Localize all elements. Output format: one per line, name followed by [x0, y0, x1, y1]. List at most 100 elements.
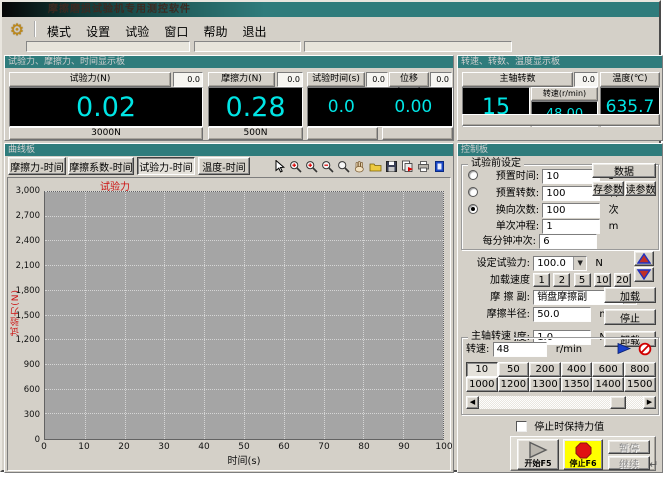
- speed-preset-1500[interactable]: 1500: [624, 377, 656, 392]
- preset-revs-radio[interactable]: [468, 187, 478, 197]
- speed-preset-1350[interactable]: 1350: [561, 377, 593, 392]
- test-time-range-bar: [307, 127, 378, 140]
- speed-preset-1000[interactable]: 1000: [466, 377, 498, 392]
- reversals-radio[interactable]: [468, 204, 478, 214]
- hold-force-checkbox[interactable]: [516, 421, 527, 432]
- grid-line-vertical: [443, 192, 444, 439]
- speed-preset-1300[interactable]: 1300: [529, 377, 561, 392]
- speed-scrollbar[interactable]: ◀ ▶: [466, 396, 656, 409]
- grid-line-horizontal: [45, 413, 443, 414]
- hold-force-row: 停止时保持力值: [516, 420, 604, 435]
- spindle-groupbox: 主轴转速 转速: 48 r/min 10 50 200 400 600 800 …: [461, 337, 659, 415]
- strokes-per-min-label: 每分钟冲次:: [468, 234, 536, 249]
- strokes-per-min-field[interactable]: 6: [539, 234, 597, 249]
- control-panel: 控制板 试验前设定 预置时间: 10 s 预置转数: 100 转 换向次数: 1…: [457, 143, 663, 473]
- force-stop-button[interactable]: 停止: [604, 309, 656, 325]
- force-down-button[interactable]: [634, 267, 654, 282]
- reversals-label: 换向次数:: [483, 203, 539, 218]
- zoom-in-icon[interactable]: [304, 159, 319, 174]
- test-force-label: 试验力(N): [9, 72, 171, 87]
- tab-test-force-time[interactable]: 试验力-时间: [137, 157, 195, 175]
- read-params-button[interactable]: 读参数: [625, 181, 656, 196]
- friction-radius-label: 摩擦半径:: [466, 307, 530, 322]
- stop-button[interactable]: 停止F6: [563, 439, 603, 470]
- reversals-field[interactable]: 100: [542, 203, 600, 218]
- zoom-window-icon[interactable]: [288, 159, 303, 174]
- spindle-speed-field[interactable]: 48: [493, 342, 547, 357]
- preset-time-radio[interactable]: [468, 170, 478, 180]
- export-image-icon[interactable]: [400, 159, 415, 174]
- load-speed-10[interactable]: 10: [594, 273, 611, 287]
- menu-test[interactable]: 试验: [120, 24, 154, 40]
- tab-temperature-time[interactable]: 温度-时间: [198, 157, 250, 175]
- spindle-stop-icon[interactable]: [637, 341, 652, 356]
- grid-line-vertical: [403, 192, 404, 439]
- load-speed-2[interactable]: 2: [553, 273, 570, 287]
- open-folder-icon[interactable]: [368, 159, 383, 174]
- tab-friction-coef-time[interactable]: 摩擦系数-时间: [68, 157, 134, 175]
- plot-area[interactable]: [44, 191, 444, 440]
- temperature-label: 温度(℃): [600, 72, 660, 87]
- speed-preset-1200[interactable]: 1200: [498, 377, 530, 392]
- reversals-unit: 次: [609, 205, 619, 216]
- speed-preset-10[interactable]: 10: [466, 362, 498, 377]
- cursor-icon[interactable]: [272, 159, 287, 174]
- friction-radius-field[interactable]: 50.0: [533, 307, 591, 322]
- tab-friction-time[interactable]: 摩擦力-时间: [8, 157, 66, 175]
- friction-pair-value: 销盘摩擦副: [537, 292, 587, 303]
- force-up-button[interactable]: [634, 251, 654, 266]
- menu-mode[interactable]: 模式: [42, 24, 76, 40]
- speed-preset-600[interactable]: 600: [592, 362, 624, 377]
- menu-items: 模式 设置 试验 窗口 帮助 退出: [34, 21, 272, 37]
- speed-preset-1400[interactable]: 1400: [592, 377, 624, 392]
- speed-preset-200[interactable]: 200: [529, 362, 561, 377]
- x-tick-label: 80: [358, 442, 369, 452]
- y-tick-label: 3,000: [16, 186, 40, 196]
- load-speed-20[interactable]: 20: [614, 273, 631, 287]
- print-icon[interactable]: [416, 159, 431, 174]
- load-speed-5[interactable]: 5: [574, 273, 591, 287]
- continue-button[interactable]: 继续: [608, 456, 650, 470]
- speed-preset-400[interactable]: 400: [561, 362, 593, 377]
- chevron-down-icon[interactable]: ▼: [573, 257, 586, 270]
- set-force-combo[interactable]: 100.0▼: [533, 256, 587, 271]
- menu-window[interactable]: 窗口: [159, 24, 193, 40]
- speed-display-panel: 转速、转数、温度显示板 主轴转数 0.0 15 转速(r/min) 48.00 …: [457, 55, 663, 141]
- grid-line-vertical: [363, 192, 364, 439]
- scroll-left-icon[interactable]: ◀: [466, 396, 479, 409]
- save-icon[interactable]: [384, 159, 399, 174]
- load-button[interactable]: 加载: [604, 287, 656, 303]
- grid-line-horizontal: [45, 240, 443, 241]
- load-speed-1[interactable]: 1: [533, 273, 550, 287]
- preset-revs-label: 预置转数:: [483, 186, 539, 201]
- start-button[interactable]: 开始F5: [517, 439, 559, 470]
- down-arrow-icon: [637, 269, 651, 280]
- play-icon: [527, 441, 549, 459]
- pause-button[interactable]: 暂停: [608, 440, 650, 454]
- app-gear-icon: ⚙: [7, 20, 27, 40]
- hold-force-label: 停止时保持力值: [534, 422, 604, 433]
- save-params-button[interactable]: 存参数: [592, 181, 624, 196]
- pan-hand-icon[interactable]: [352, 159, 367, 174]
- speed-preset-800[interactable]: 800: [624, 362, 656, 377]
- time-displacement-group: 试验时间(s) 0.0 位移(mm) 0.0 0.0 0.00: [307, 72, 453, 140]
- stroke-field[interactable]: 1: [542, 219, 600, 234]
- zoom-reset-icon[interactable]: [336, 159, 351, 174]
- x-tick-label: 10: [78, 442, 89, 452]
- menu-help[interactable]: 帮助: [198, 24, 232, 40]
- spindle-start-icon[interactable]: [617, 341, 632, 356]
- blue-box-icon[interactable]: [432, 159, 447, 174]
- speed-preset-50[interactable]: 50: [498, 362, 530, 377]
- stroke-label: 单次冲程:: [483, 219, 539, 234]
- speed-panel-header: 转速、转数、温度显示板: [458, 56, 662, 68]
- data-button[interactable]: 数据: [592, 163, 656, 178]
- scroll-right-icon[interactable]: ▶: [643, 396, 656, 409]
- zoom-out-icon[interactable]: [320, 159, 335, 174]
- menu-settings[interactable]: 设置: [81, 24, 115, 40]
- grid-line-vertical: [324, 192, 325, 439]
- grid-line-vertical: [85, 192, 86, 439]
- grid-line-vertical: [125, 192, 126, 439]
- menu-exit[interactable]: 退出: [238, 24, 272, 40]
- scrollbar-thumb[interactable]: [610, 396, 626, 409]
- grid-line-horizontal: [45, 339, 443, 340]
